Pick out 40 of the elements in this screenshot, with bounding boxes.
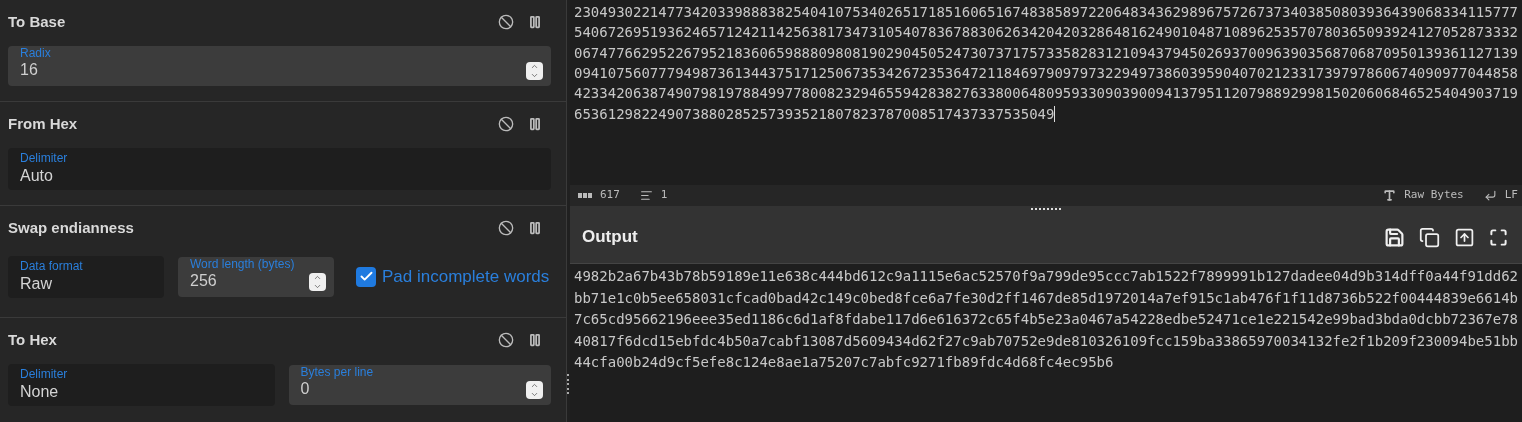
letters-icon (578, 193, 592, 198)
operation-title: Swap endianness (8, 217, 134, 238)
resize-handle-icon[interactable] (567, 374, 570, 394)
stepper-icon[interactable] (526, 61, 543, 80)
text-encoding-icon[interactable] (1383, 189, 1397, 202)
output-text: 4982b2a67b43b78b59189e11e638c444bd612c9a1115e6ac52570f9a799de95ccc7ab1522f7899991b127dadee04d9b314dff0a44f91dd62bb71e1c0b5ee658031cfcad0bad42c149c0bed8fce6a7fe30d2ff1467de85d1972014a7ef915c1ab476f1f11d8736b522f00444839e6614b7c65cd95662196eee35ed1186c6d1af8fdabe117d6e616372c65f4b5e23a0467a54228edbe52471ce1e221542e99bad3bda0dcbb72367e7840817f6dcd15ebfdc4b50a7cabf13087d5609434d62f27c9ab70752e9de810326109fcc159ba33865970034132fe2f1b209f230094be51bb44cfa00b24d9cf5efe8c124e8ae1a75207c7abfc9271fb89fdc4d68fc4ec95b6 (570, 263, 1522, 422)
stepper-icon[interactable] (526, 381, 543, 399)
operation-title: From Hex (8, 113, 78, 134)
output-title: Output (582, 226, 638, 249)
eol-label[interactable]: LF (1504, 187, 1518, 204)
pad-checkbox[interactable]: Pad incomplete words (356, 263, 550, 290)
text-field[interactable]: Delimiter Auto (8, 147, 551, 190)
maximize-icon[interactable] (1489, 227, 1508, 247)
operation-title: To Base (8, 11, 66, 32)
pause-icon[interactable] (528, 221, 542, 236)
operation-title: To Hex (8, 329, 57, 350)
disable-icon[interactable] (498, 14, 514, 30)
stepper-icon[interactable] (309, 272, 326, 291)
copy-icon[interactable] (1419, 226, 1440, 248)
replace-input-icon[interactable] (1454, 226, 1475, 248)
text-field[interactable]: Delimiter None (8, 364, 275, 406)
input-text[interactable]: 23049302214773420339888382540410753402651718516065167483858972206483436298967572673734038508039364390683341157775406726951936246571242114256381734731054078367883062634204203286481624901048710896253570780365093924127052873332067477662952267952183606598880980819029045052473073717573358283121094379450269370096390356870687095013936112713909410756077794987361344375171250673534267235364721184697909797322949738603959040702123317397978606740909770448584233420638749079819788499778008232946559428382763380064809593309039009413795112079889299815020606846525404903719653612982249073880285257393521807823787008517437337535049 (570, 0, 1522, 185)
resize-handle-icon[interactable] (1031, 207, 1061, 210)
length-count: 617 (600, 187, 620, 204)
lines-count: 1 (660, 187, 668, 204)
checkbox[interactable] (356, 266, 376, 287)
number-field[interactable]: Bytes per line 0 (288, 365, 551, 405)
disable-icon[interactable] (498, 332, 514, 348)
pause-icon[interactable] (528, 117, 542, 132)
disable-icon[interactable] (498, 116, 514, 133)
pause-icon[interactable] (528, 15, 542, 29)
number-field[interactable]: Word length (bytes) 256 (178, 256, 334, 297)
pause-icon[interactable] (528, 333, 542, 347)
encoding-label[interactable]: Raw Bytes (1404, 187, 1464, 204)
number-field[interactable]: Radix 16 (8, 45, 551, 86)
save-icon[interactable] (1384, 226, 1405, 248)
return-icon[interactable] (1483, 189, 1497, 202)
disable-icon[interactable] (498, 220, 514, 237)
text-field[interactable]: Data format Raw (8, 255, 164, 298)
lines-icon (639, 189, 653, 202)
